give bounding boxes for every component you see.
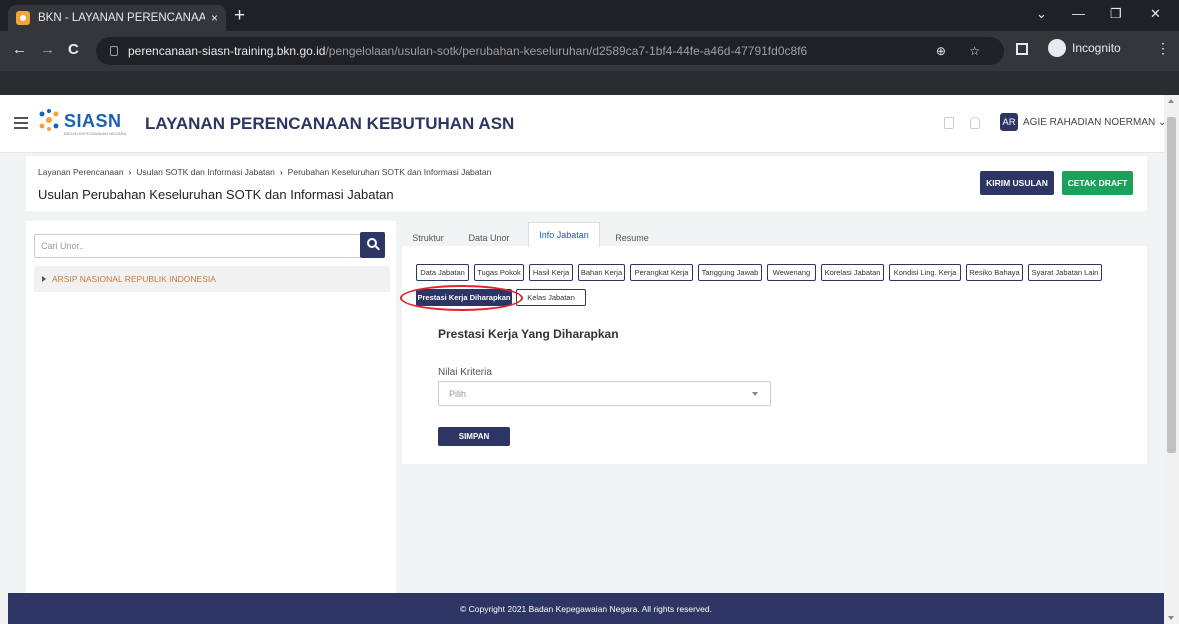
chip-kelas-jabatan[interactable]: Kelas Jabatan	[516, 289, 586, 306]
bell-icon[interactable]	[970, 117, 980, 129]
simpan-button[interactable]: SIMPAN	[438, 427, 510, 446]
scrollbar-thumb[interactable]	[1167, 117, 1176, 453]
side-panel-icon[interactable]	[1016, 43, 1028, 55]
incognito-label: Incognito	[1072, 41, 1121, 55]
chip-hasil-kerja[interactable]: Hasil Kerja	[529, 264, 573, 281]
lock-icon	[110, 46, 118, 56]
scroll-down-icon[interactable]	[1168, 616, 1174, 620]
chip-bahan-kerja[interactable]: Bahan Kerja	[578, 264, 625, 281]
chip-data-jabatan[interactable]: Data Jabatan	[416, 264, 469, 281]
nilai-kriteria-label: Nilai Kriteria	[438, 367, 492, 378]
search-input[interactable]: Cari Unor..	[34, 234, 361, 258]
siasn-logo: SIASN BADAN KEPEGAWAIAN NEGARA	[38, 109, 128, 139]
tree-item-label: ARSIP NASIONAL REPUBLIK INDONESIA	[52, 274, 216, 284]
back-button[interactable]: ←	[12, 41, 27, 58]
caret-right-icon[interactable]	[42, 276, 46, 282]
breadcrumb-separator: ›	[279, 167, 283, 177]
chip-perangkat-kerja[interactable]: Perangkat Kerja	[630, 264, 693, 281]
breadcrumb: Layanan Perencanaan › Usulan SOTK dan Info…	[38, 167, 491, 177]
tab-search-icon[interactable]: ⌄	[1036, 6, 1047, 22]
page-title: Usulan Perubahan Keseluruhan SOTK dan In…	[38, 187, 394, 202]
search-button[interactable]	[360, 232, 385, 258]
browser-tab[interactable]: BKN - LAYANAN PERENCANAAN ×	[8, 5, 226, 31]
app-header: SIASN BADAN KEPEGAWAIAN NEGARA LAYANAN P…	[0, 95, 1164, 153]
scroll-up-icon[interactable]	[1168, 99, 1174, 103]
tab-info-jabatan[interactable]: Info Jabatan	[528, 222, 600, 247]
logo-text: SIASN	[64, 111, 122, 131]
breadcrumb-card: Layanan Perencanaan › Usulan SOTK dan Info…	[26, 156, 1147, 211]
chip-syarat-jabatan-lain[interactable]: Syarat Jabatan Lain	[1028, 264, 1102, 281]
address-bar[interactable]: perencanaan-siasn-training.bkn.go.id/pen…	[96, 37, 1004, 65]
reload-button[interactable]: C	[68, 41, 79, 58]
minimize-button[interactable]: —	[1072, 6, 1085, 21]
close-window-button[interactable]: ✕	[1150, 6, 1161, 22]
section-title: Prestasi Kerja Yang Diharapkan	[438, 327, 619, 341]
browser-tabbar: BKN - LAYANAN PERENCANAAN × + ⌄ — ❐ ✕	[0, 0, 1179, 31]
tab-struktur[interactable]: Struktur	[406, 226, 450, 250]
chip-resiko-bahaya[interactable]: Resiko Bahaya	[966, 264, 1023, 281]
address-toolbar: ← → C perencanaan-siasn-training.bkn.go.…	[0, 31, 1179, 71]
unor-panel: Cari Unor.. ARSIP NASIONAL REPUBLIK INDO…	[26, 221, 396, 624]
copyright-text: © Copyright 2021 Badan Kepegawaian Negar…	[460, 603, 712, 614]
browser-menu-icon[interactable]: ⋮	[1156, 40, 1170, 57]
tab-title: BKN - LAYANAN PERENCANAAN	[38, 12, 205, 24]
tab-data-unor[interactable]: Data Unor	[460, 226, 518, 250]
footer: © Copyright 2021 Badan Kepegawaian Negar…	[8, 593, 1164, 624]
chevron-down-icon	[752, 392, 758, 396]
chip-tugas-pokok[interactable]: Tugas Pokok	[474, 264, 524, 281]
breadcrumb-separator: ›	[128, 167, 132, 177]
new-tab-button[interactable]: +	[234, 6, 245, 26]
page-scrollbar[interactable]	[1164, 95, 1179, 624]
nilai-kriteria-select[interactable]: Pilih	[438, 381, 771, 406]
breadcrumb-item[interactable]: Usulan SOTK dan Informasi Jabatan	[136, 167, 274, 177]
select-value: Pilih	[449, 388, 467, 399]
tree-item-arsip-nasional[interactable]: ARSIP NASIONAL REPUBLIK INDONESIA	[34, 266, 390, 292]
chip-tanggung-jawab[interactable]: Tanggung Jawab	[698, 264, 762, 281]
avatar[interactable]: AR	[1000, 113, 1018, 131]
logo-star-icon	[39, 109, 59, 131]
restore-button[interactable]: ❐	[1110, 6, 1122, 22]
cetak-draft-button[interactable]: CETAK DRAFT	[1062, 171, 1133, 195]
breadcrumb-item[interactable]: Layanan Perencanaan	[38, 167, 124, 177]
kirim-usulan-button[interactable]: KIRIM USULAN	[980, 171, 1054, 195]
logo-subtext: BADAN KEPEGAWAIAN NEGARA	[64, 131, 127, 136]
forward-button[interactable]: →	[40, 41, 55, 58]
url-path: /pengelolaan/usulan-sotk/perubahan-kesel…	[325, 44, 808, 58]
toolbar-strip	[0, 71, 1179, 95]
chip-korelasi-jabatan[interactable]: Korelasi Jabatan	[821, 264, 884, 281]
url-host: perencanaan-siasn-training.bkn.go.id	[128, 44, 326, 58]
incognito-indicator: Incognito	[1048, 37, 1121, 59]
chip-wewenang[interactable]: Wewenang	[767, 264, 816, 281]
message-icon[interactable]	[944, 117, 954, 129]
incognito-icon	[1048, 39, 1066, 57]
zoom-bookmark-icons[interactable]: ⊕ ☆	[936, 44, 990, 58]
app-title: LAYANAN PERENCANAAN KEBUTUHAN ASN	[145, 114, 515, 133]
chip-kondisi-ling-kerja[interactable]: Kondisi Ling. Kerja	[889, 264, 961, 281]
user-menu[interactable]: AGIE RAHADIAN NOERMAN ⌄	[1023, 117, 1164, 128]
favicon-icon	[16, 11, 30, 25]
breadcrumb-item: Perubahan Keseluruhan SOTK dan Informasi…	[287, 167, 492, 177]
tab-close-icon[interactable]: ×	[211, 11, 218, 25]
highlight-annotation	[400, 285, 523, 311]
hamburger-menu-icon[interactable]	[14, 117, 28, 129]
tab-resume[interactable]: Resume	[608, 226, 656, 250]
